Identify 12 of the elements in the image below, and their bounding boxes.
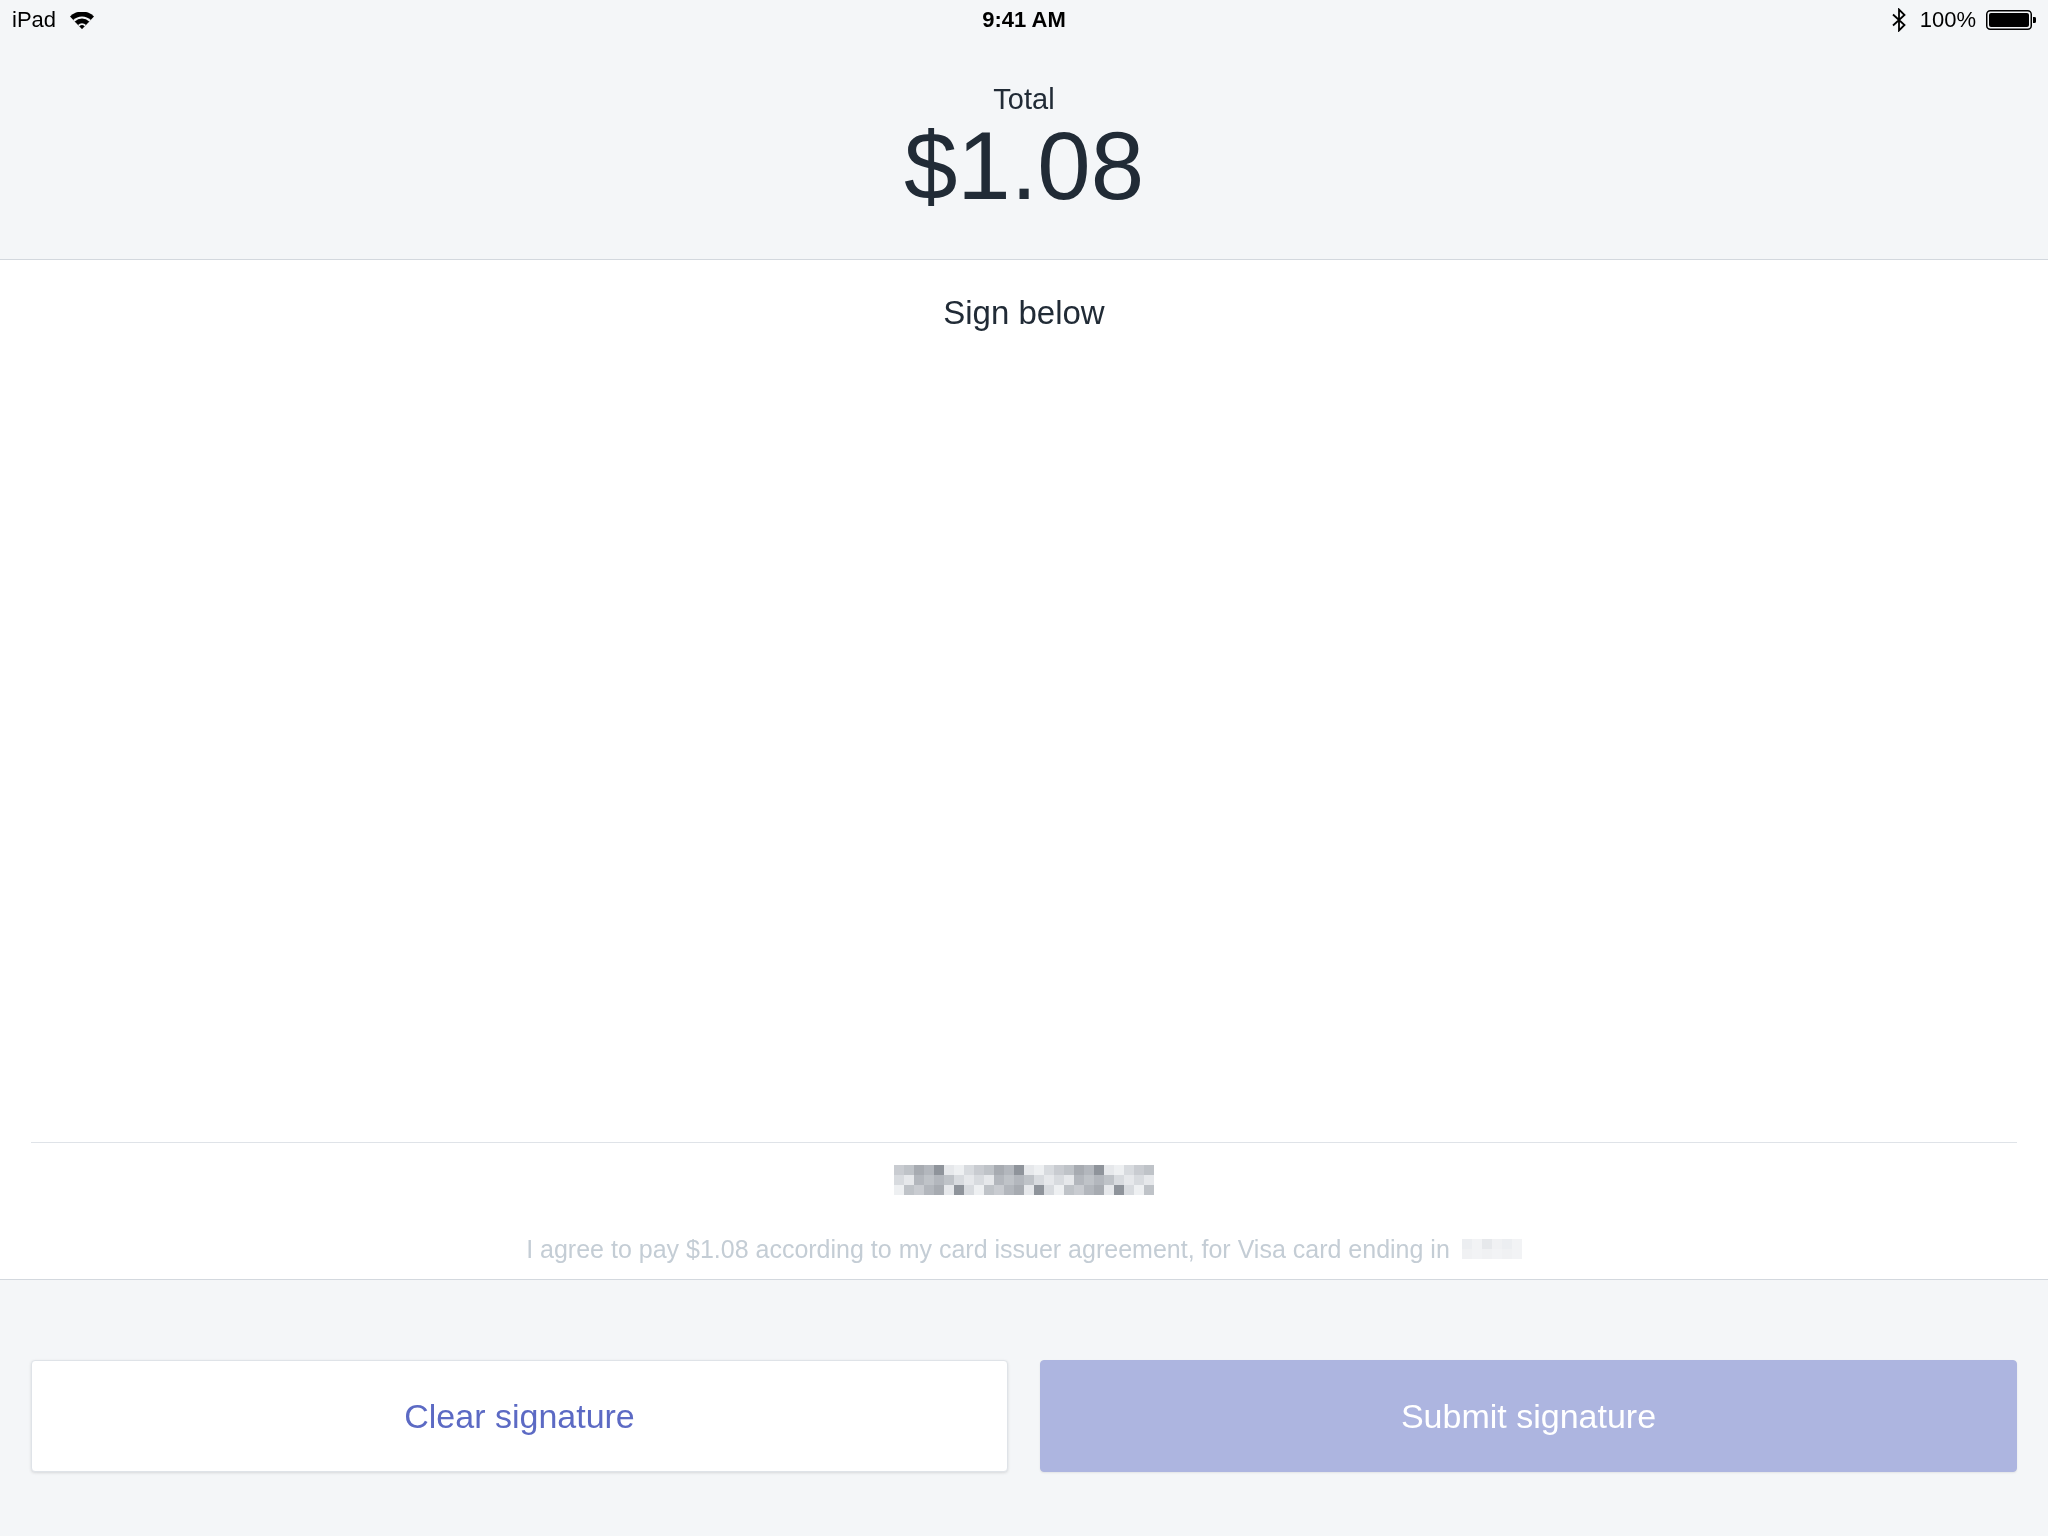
pixelated-block bbox=[1461, 1239, 1522, 1259]
bluetooth-icon bbox=[1891, 8, 1906, 32]
battery-percentage: 100% bbox=[1919, 7, 1976, 33]
agreement-text: I agree to pay $1.08 according to my card issuer agreement, for Visa card ending in bbox=[526, 1234, 1450, 1265]
total-amount: $1.08 bbox=[903, 116, 1145, 216]
total-label: Total bbox=[993, 82, 1055, 116]
wifi-icon bbox=[70, 11, 95, 29]
device-name: iPad bbox=[12, 7, 57, 33]
status-time: 9:41 AM bbox=[982, 7, 1066, 33]
battery-icon bbox=[1986, 10, 2036, 30]
sign-below-prompt: Sign below bbox=[943, 293, 1105, 333]
clear-button[interactable]: Clear signature bbox=[31, 1360, 1008, 1472]
